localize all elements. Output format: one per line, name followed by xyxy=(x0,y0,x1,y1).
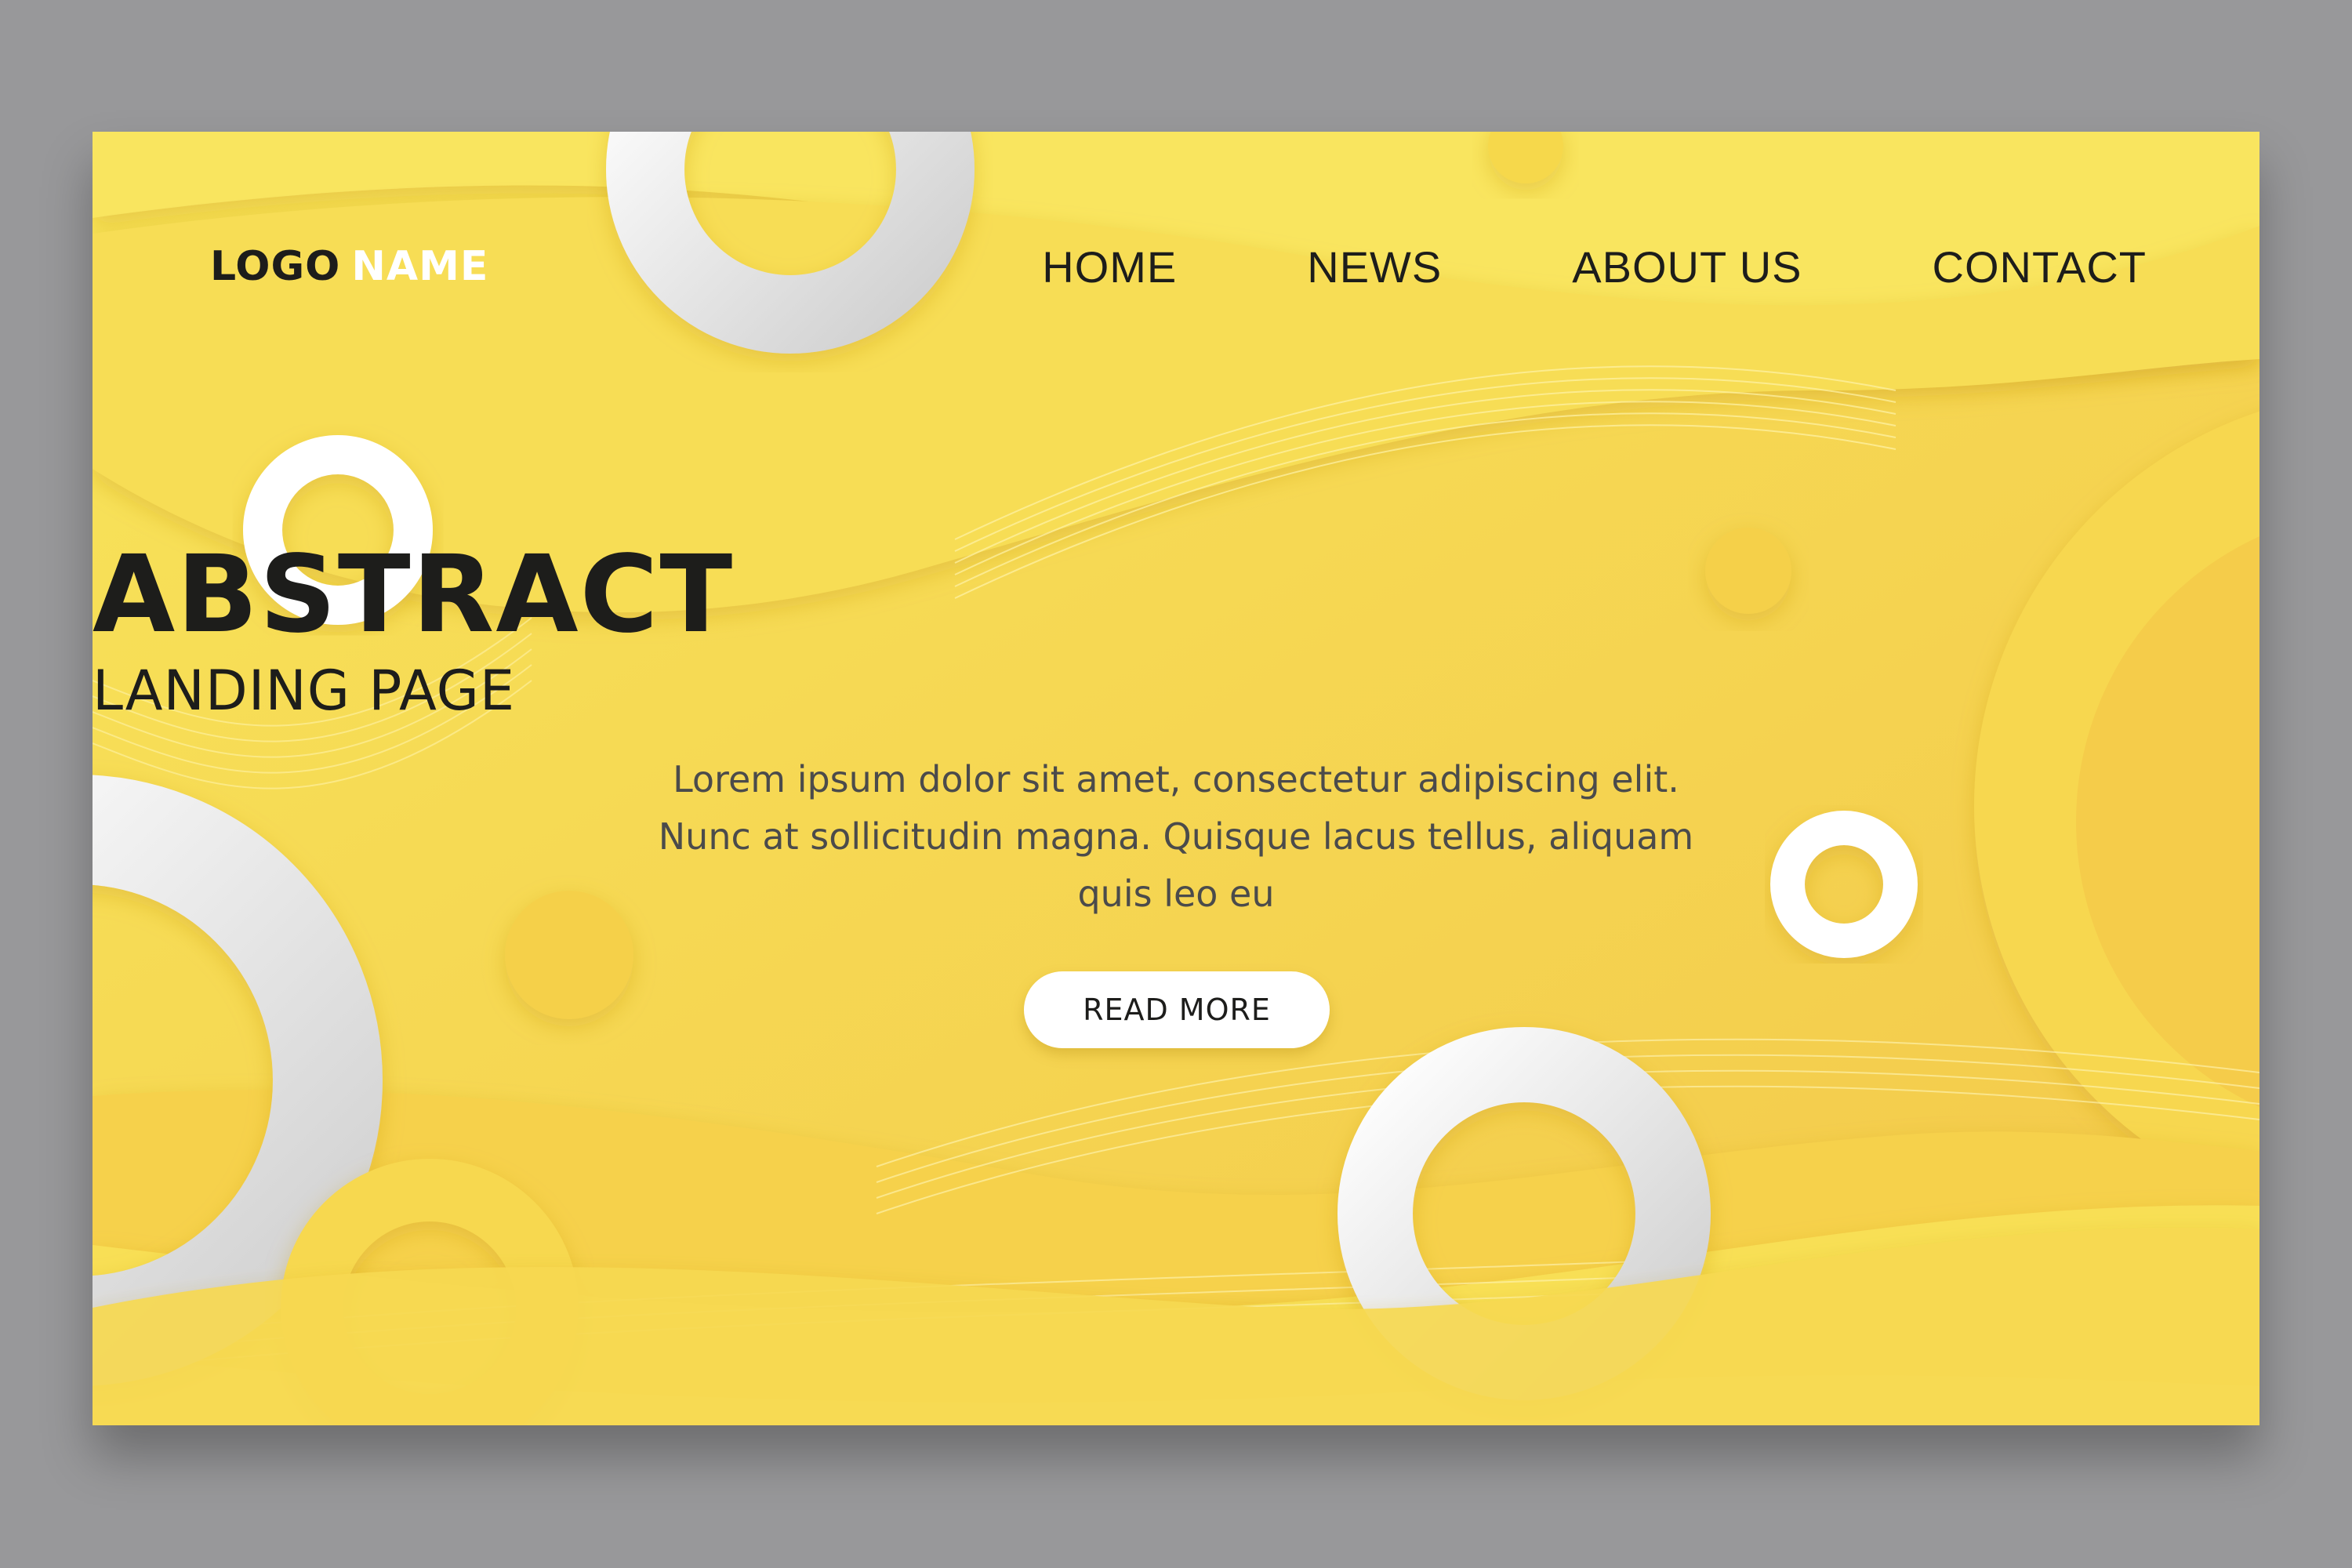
logo-word-2: NAME xyxy=(351,243,489,290)
read-more-button[interactable]: READ MORE xyxy=(1024,971,1330,1048)
nav-contact[interactable]: CONTACT xyxy=(1933,241,2147,292)
logo-word-1: LOGO xyxy=(210,243,341,290)
canvas: LOGO NAME HOME NEWS ABOUT US CONTACT ABST… xyxy=(0,0,2352,1568)
nav-about-us[interactable]: ABOUT US xyxy=(1572,241,1802,292)
small-circle-left xyxy=(505,891,633,1019)
nav-home[interactable]: HOME xyxy=(1042,241,1177,292)
hero-body: Lorem ipsum dolor sit amet, consectetur … xyxy=(658,758,1694,915)
hero-title: ABSTRACT xyxy=(93,533,735,657)
main-nav: HOME NEWS ABOUT US CONTACT xyxy=(1042,241,2147,292)
nav-news[interactable]: NEWS xyxy=(1307,241,1442,292)
hero-subtitle: LANDING PAGE xyxy=(93,659,516,723)
landing-page: LOGO NAME HOME NEWS ABOUT US CONTACT ABST… xyxy=(93,132,2259,1425)
logo[interactable]: LOGO NAME xyxy=(210,243,488,290)
